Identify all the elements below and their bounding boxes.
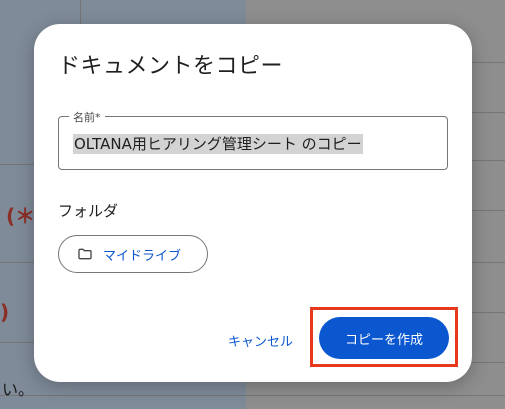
background-text-fragment: (＊ (6, 204, 36, 228)
divider (472, 362, 505, 363)
divider (0, 164, 34, 165)
folder-select-button[interactable]: マイドライブ (58, 235, 208, 273)
divider (472, 62, 505, 63)
background-text-fragment: い。 (2, 380, 35, 399)
name-field-value[interactable]: OLTANA用ヒアリング管理シート のコピー (73, 134, 363, 154)
divider (0, 262, 34, 263)
name-field[interactable]: 名前* OLTANA用ヒアリング管理シート のコピー (58, 109, 448, 170)
folder-label: フォルダ (58, 202, 119, 220)
divider (472, 262, 505, 263)
cancel-button[interactable]: キャンセル (222, 325, 299, 356)
divider (472, 210, 505, 211)
divider (0, 395, 505, 396)
create-copy-button[interactable]: コピーを作成 (319, 317, 449, 359)
folder-chip-label: マイドライブ (103, 248, 182, 264)
dialog-title: ドキュメントをコピー (58, 54, 284, 79)
background-text-fragment: ) (0, 300, 10, 324)
divider (472, 112, 505, 113)
folder-icon (78, 248, 92, 260)
divider (80, 0, 81, 24)
name-field-label: 名前* (69, 109, 105, 125)
divider (472, 312, 505, 313)
divider (0, 342, 34, 343)
copy-document-dialog: ドキュメントをコピー 名前* OLTANA用ヒアリング管理シート のコピー フォ… (34, 24, 472, 382)
divider (472, 160, 505, 161)
